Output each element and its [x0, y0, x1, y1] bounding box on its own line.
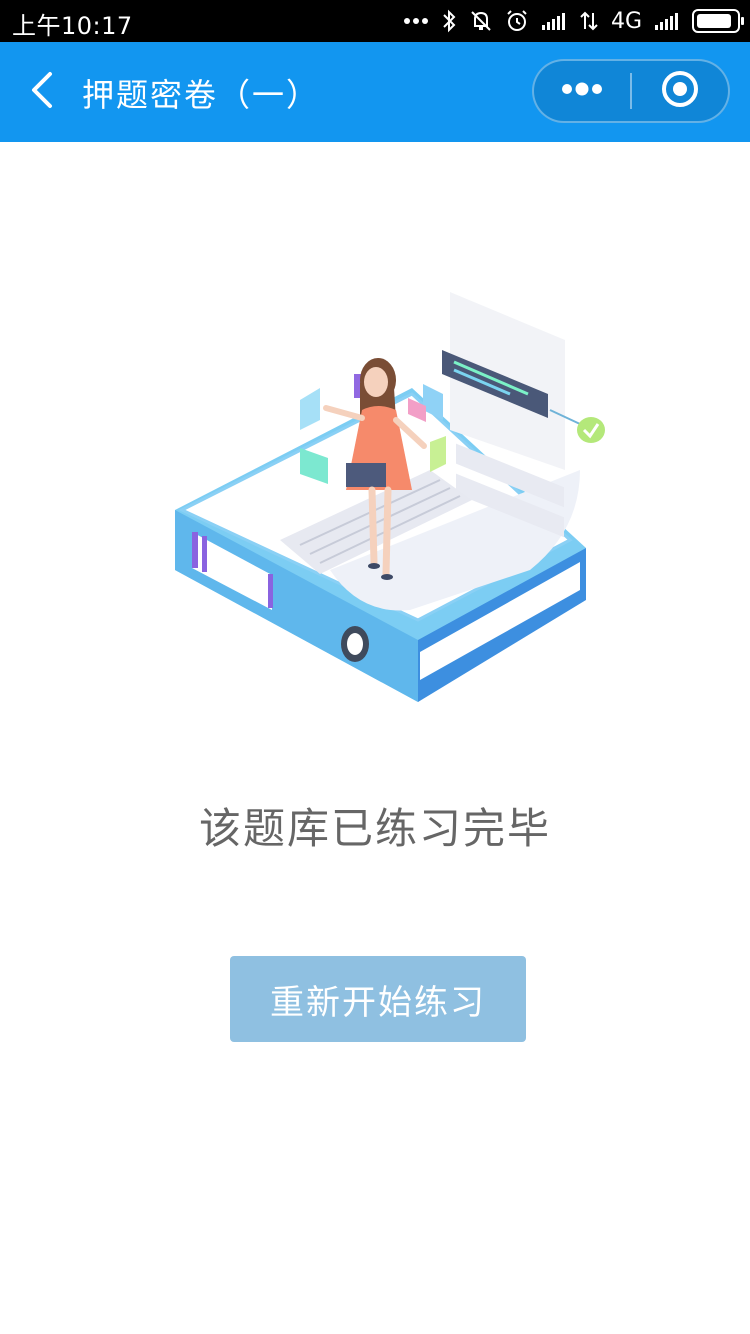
alarm-icon [505, 9, 529, 33]
more-button[interactable] [534, 61, 630, 121]
bluetooth-icon [441, 9, 457, 33]
completion-message: 该题库已练习完毕 [198, 804, 551, 853]
nav-bar: 押题密卷（一） [0, 42, 750, 142]
battery-icon [692, 9, 744, 33]
mute-icon [469, 9, 493, 33]
signal-icon [541, 11, 567, 31]
battery-level [697, 14, 732, 28]
restart-practice-button[interactable]: 重新开始练习 [230, 956, 526, 1042]
capsule-menu [532, 59, 730, 123]
chevron-left-icon [28, 70, 56, 114]
page-title: 押题密卷（一） [82, 76, 321, 114]
overflow-dots-icon [403, 16, 429, 26]
status-time: 上午10:17 [12, 12, 133, 40]
more-dots-icon [560, 81, 604, 101]
status-bar: 上午10:17 4G [0, 0, 750, 42]
data-transfer-icon [579, 9, 599, 33]
signal-icon [654, 11, 680, 31]
back-button[interactable] [18, 66, 66, 118]
close-miniprogram-button[interactable] [632, 61, 728, 121]
completed-exam-illustration [150, 270, 620, 720]
network-type: 4G [610, 8, 642, 34]
status-icons: 4G [403, 6, 744, 36]
target-circle-icon [660, 69, 700, 113]
